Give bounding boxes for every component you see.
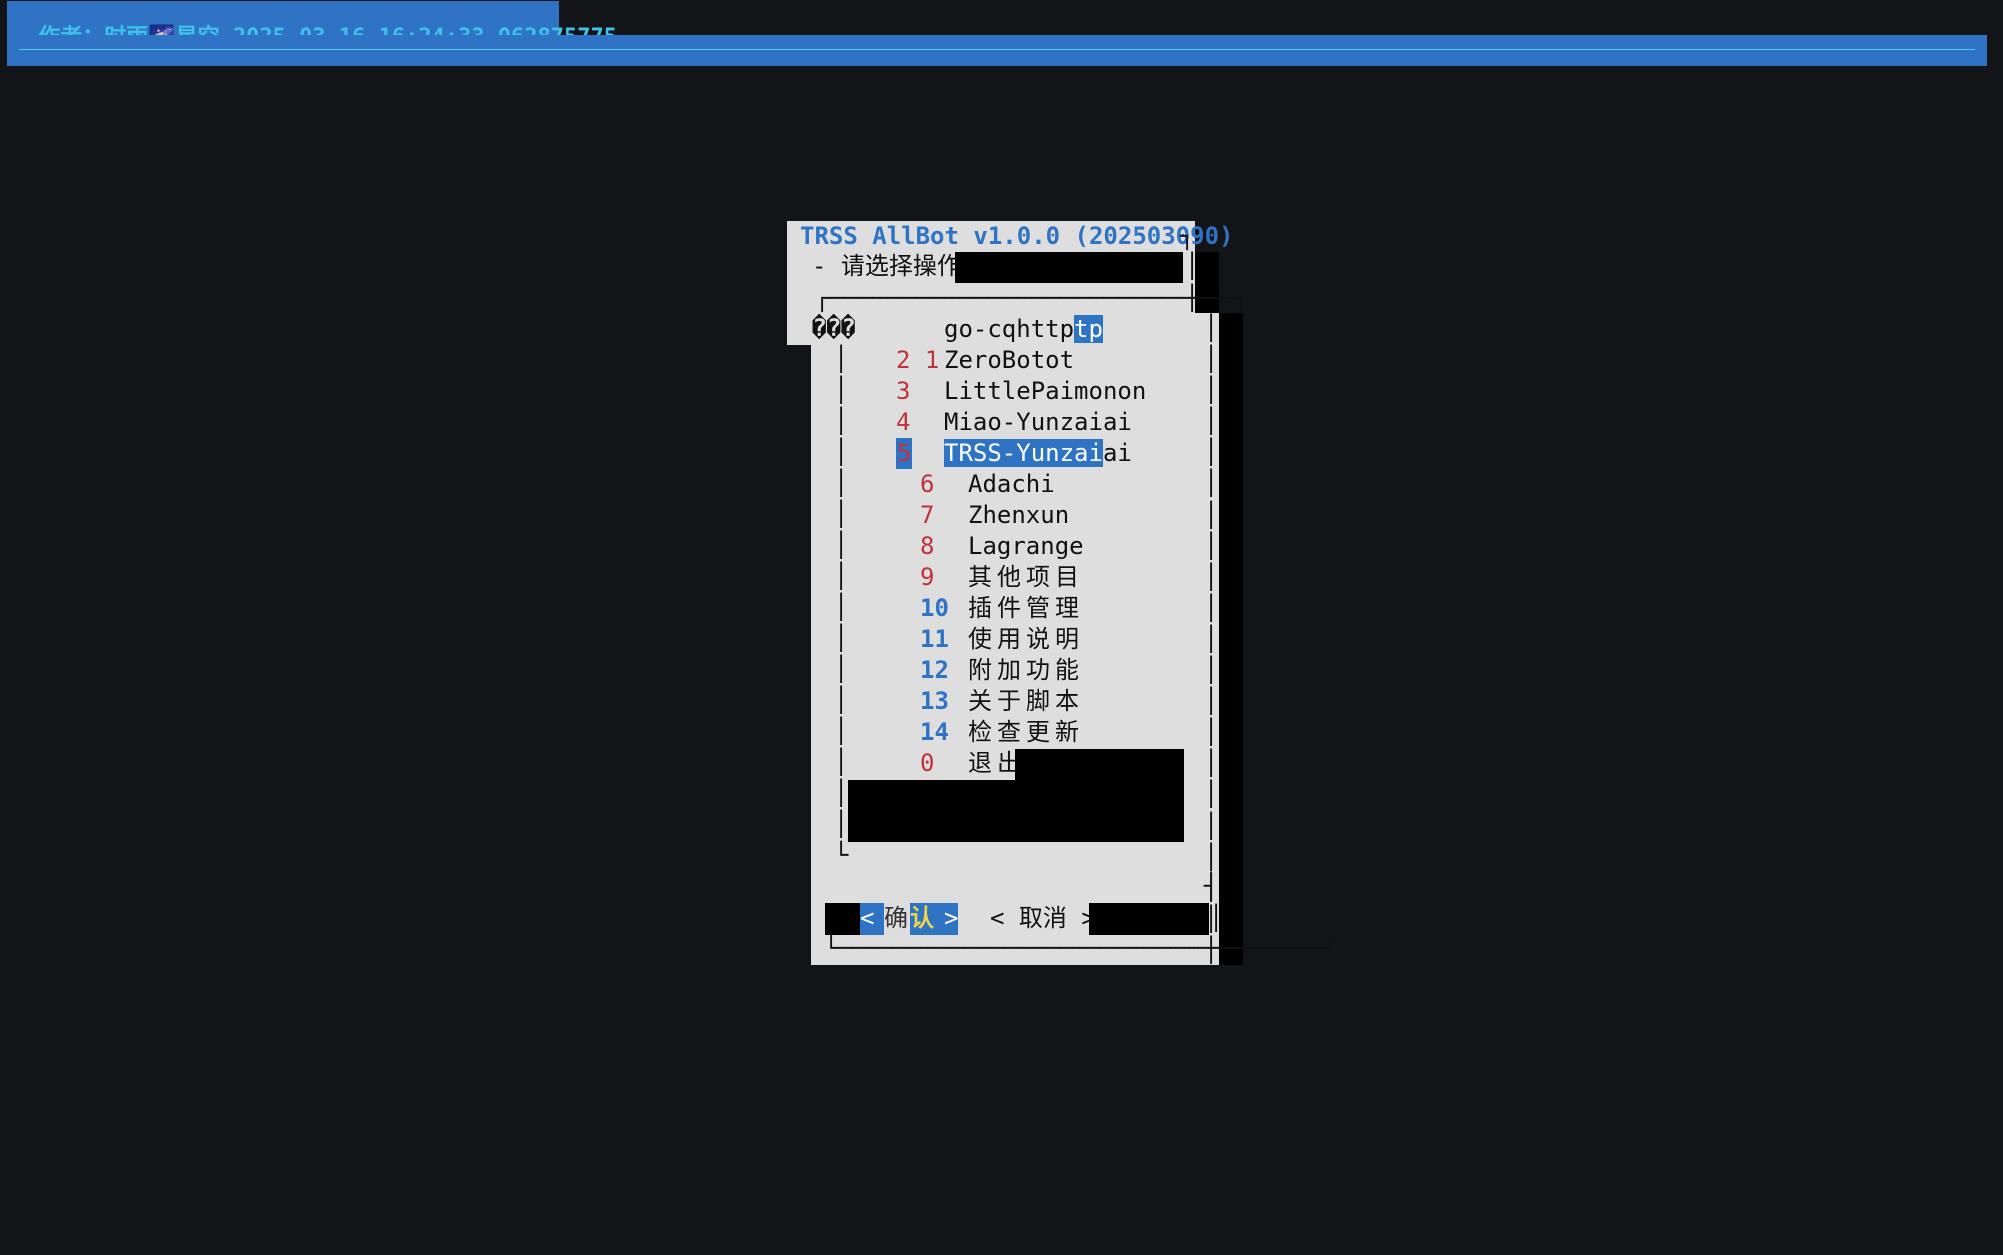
garbled-glyph: ��� (812, 314, 856, 342)
menu-item-lagrange[interactable]: Lagrange (968, 531, 1084, 562)
menu-item-number: 4 (896, 408, 911, 436)
menu-item-trss-yunzai-selected[interactable]: TRSS-Yunzaiai (944, 438, 1132, 469)
menu-item-zerobot[interactable]: ZeroBotot (944, 345, 1074, 376)
menu-item-plugin-management[interactable]: 插件管理 (968, 593, 1084, 624)
menu-item-number: 1 (924, 346, 940, 374)
menu-item-number: 6 (920, 470, 935, 498)
menu-item-check-update[interactable]: 检查更新 (968, 717, 1084, 748)
render-artifact (825, 903, 860, 935)
menu-item-extra-features[interactable]: 附加功能 (968, 655, 1084, 686)
status-band (7, 35, 1987, 66)
dialog-frame-bottom: └───────────────────────────────────┘ (824, 934, 1337, 962)
dialog-prompt: - 请选择操作 (812, 252, 961, 280)
status-rule (19, 49, 1975, 50)
render-artifact (1089, 903, 1209, 935)
dialog-title: TRSS AllBot v1.0.0 (202503090) (800, 222, 1234, 250)
menu-item-number: 11 (920, 625, 949, 653)
render-artifact (955, 252, 1183, 283)
menu-item-number: 12 (920, 656, 949, 684)
menu-item-number: 2 (896, 346, 911, 374)
menu-item-number: 8 (920, 532, 935, 560)
list-frame-top: ┌────────────────────────────┐ (815, 284, 1249, 312)
status-bar: 作者：时雨🌌星空 2025-03-16 16:24:33.062875775 (7, 1, 617, 50)
confirm-button-left-bracket: < (860, 904, 875, 932)
confirm-button-char-2: 认 (910, 904, 934, 932)
menu-item-adachi[interactable]: Adachi (968, 469, 1055, 500)
frame-corner: ┐ (1180, 222, 1195, 250)
frame-line: │ (1185, 252, 1200, 280)
menu-item-other-projects[interactable]: 其他项目 (968, 562, 1084, 593)
confirm-button[interactable]: < 确 认 > (860, 903, 958, 935)
menu-item-label[interactable]: go-cqhttptp (944, 314, 1103, 345)
frame-line: │ (1185, 284, 1200, 312)
menu-item-littlepaimon[interactable]: LittlePaimonon (944, 376, 1146, 407)
list-frame-bottom: └ (834, 841, 849, 869)
dialog-frame-right: │ │ │ │ │ │ │ │ │ │ │ │ │ │ │ │ │ │ │ │ … (1204, 314, 1219, 964)
menu-item-number-selected: 5 (896, 438, 913, 469)
list-frame-left: │ │ │ │ │ │ │ │ │ │ │ │ │ │ │ │ (834, 345, 849, 838)
dialog-shadow (1219, 313, 1243, 965)
menu-item-number: 9 (920, 563, 935, 591)
render-artifact (848, 780, 1184, 842)
menu-item-number: 10 (920, 594, 949, 622)
menu-item-number: 0 (920, 749, 935, 777)
confirm-button-char-1: 确 (884, 903, 910, 935)
menu-item-instructions[interactable]: 使用说明 (968, 624, 1084, 655)
menu-item-number: 7 (920, 501, 935, 529)
cancel-button[interactable]: < 取消 > (990, 903, 1096, 934)
menu-item-miao-yunzai[interactable]: Miao-Yunzaiai (944, 407, 1132, 438)
confirm-button-right-bracket: > (944, 904, 959, 932)
frame-corner: ┤ (1204, 872, 1219, 900)
menu-item-number: 3 (896, 377, 911, 405)
render-artifact (1015, 749, 1184, 780)
frame-line: │ (1209, 904, 1224, 932)
menu-item-zhenxun[interactable]: Zhenxun (968, 500, 1069, 531)
menu-item-number: 13 (920, 687, 949, 715)
menu-item-about-script[interactable]: 关于脚本 (968, 686, 1084, 717)
menu-item-number: 14 (920, 718, 949, 746)
